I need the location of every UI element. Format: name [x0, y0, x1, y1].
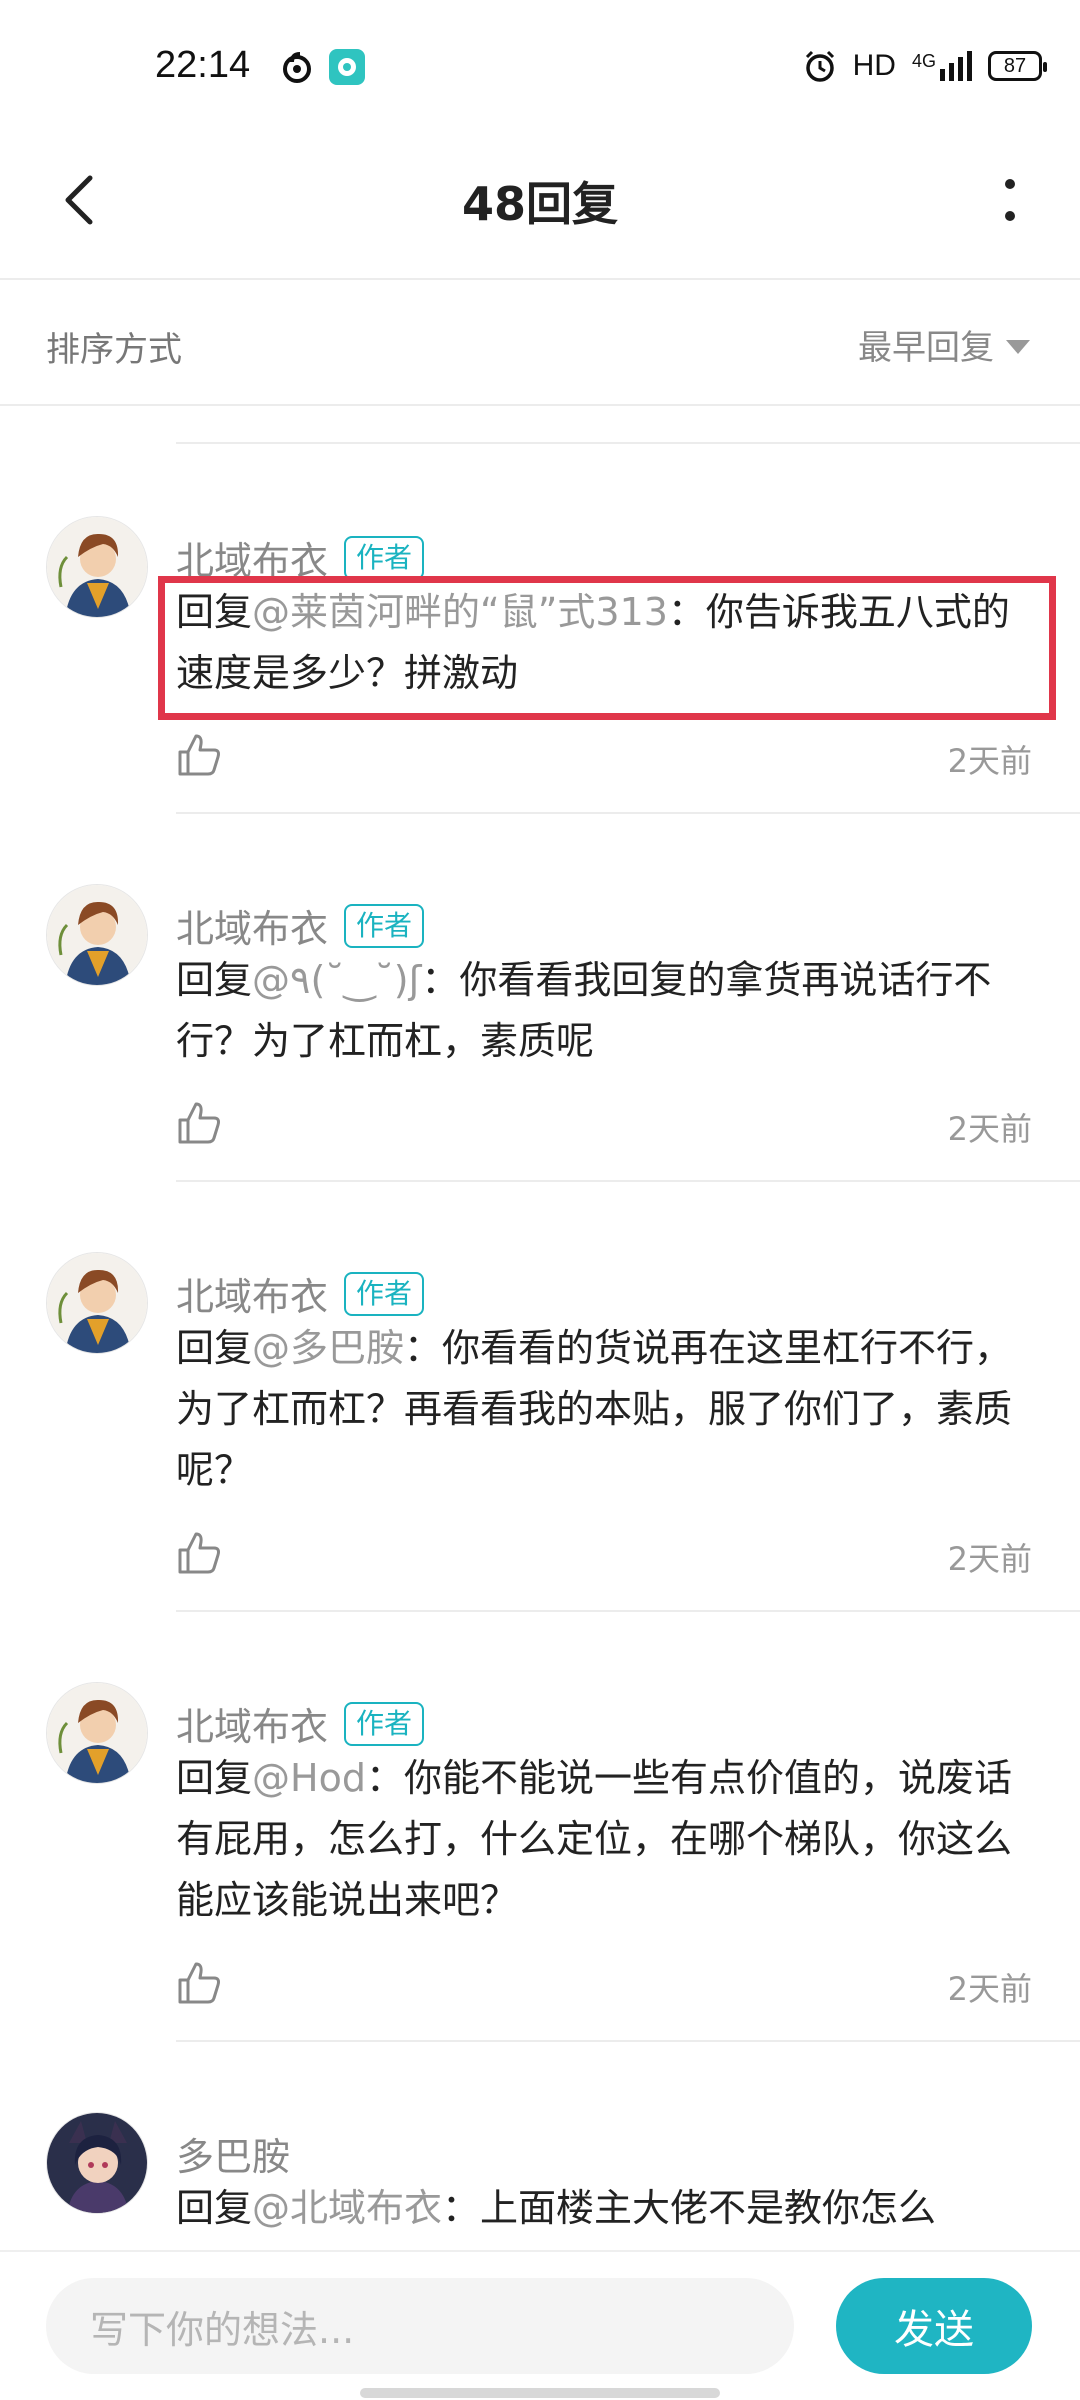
- home-indicator[interactable]: [360, 2388, 720, 2398]
- comment-divider: [176, 812, 1080, 814]
- avatar-image: [47, 2113, 147, 2213]
- avatar[interactable]: [46, 2112, 148, 2214]
- comment-content: ：上面楼主大佬不是教你怎么: [442, 2186, 937, 2230]
- comment-text: 回复@北域布衣：上面楼主大佬不是教你怎么: [176, 2178, 1036, 2239]
- author-badge: 作者: [344, 535, 425, 580]
- alarm-icon: [805, 50, 834, 82]
- sort-label: 排序方式: [46, 330, 182, 370]
- status-right-group: HD 4G 87: [803, 44, 1047, 88]
- avatar-image: [47, 1683, 147, 1783]
- avatar[interactable]: [46, 1252, 148, 1354]
- sort-selected-value: 最早回复: [858, 328, 994, 368]
- author-badge: 作者: [344, 903, 425, 948]
- network-type: 4G: [911, 51, 936, 71]
- avatar[interactable]: [46, 884, 148, 986]
- mention-link[interactable]: @北域布衣: [252, 2186, 442, 2230]
- reply-input[interactable]: 写下你的想法...: [46, 2278, 794, 2374]
- thumbs-up-icon[interactable]: [176, 1960, 222, 2006]
- status-time: 22:14: [155, 44, 251, 86]
- status-bar: 22:14 HD 4G 87: [0, 0, 1080, 130]
- thumbs-up-icon[interactable]: [176, 1530, 222, 1576]
- comment-time: 2天前: [947, 1110, 1032, 1148]
- comment-username[interactable]: 北域布衣: [176, 1266, 328, 1321]
- avatar[interactable]: [46, 1682, 148, 1784]
- comment-username[interactable]: 多巴胺: [176, 2126, 290, 2181]
- avatar[interactable]: [46, 516, 148, 618]
- mention-link[interactable]: @Hod: [252, 1756, 366, 1800]
- more-vertical-icon: [1005, 179, 1015, 221]
- comment-time: 2天前: [947, 742, 1032, 780]
- netease-music-icon: [283, 52, 311, 83]
- list-divider: [176, 442, 1080, 444]
- comment-header: 多巴胺: [176, 2126, 290, 2181]
- sort-bar: 排序方式 最早回复: [0, 280, 1080, 404]
- comment-header: 北域布衣 作者: [176, 1266, 425, 1321]
- reply-prefix: 回复: [176, 1326, 253, 1370]
- comment-time: 2天前: [947, 1970, 1032, 2008]
- reply-prefix: 回复: [176, 2186, 253, 2230]
- author-badge: 作者: [344, 1701, 425, 1746]
- mention-link[interactable]: @多巴胺: [252, 1326, 404, 1370]
- reply-prefix: 回复: [176, 1756, 253, 1800]
- author-badge: 作者: [344, 1271, 425, 1316]
- highlight-annotation: [158, 576, 1056, 720]
- comment-text: 回复@Hod：你能不能说一些有点价值的，说废话有屁用，怎么打，什么定位，在哪个梯…: [176, 1748, 1036, 1931]
- sort-divider: [0, 404, 1080, 406]
- comment-header: 北域布衣 作者: [176, 898, 425, 953]
- caret-down-icon: [1006, 339, 1030, 354]
- app-notification-icon: [329, 49, 365, 85]
- comment-username[interactable]: 北域布衣: [176, 1696, 328, 1751]
- send-button[interactable]: 发送: [836, 2278, 1032, 2374]
- comment-text: 回复@٩(˘‿˘)ʃ：你看看我回复的拿货再说话行不行？为了杠而杠，素质呢: [176, 950, 1036, 1072]
- comment-divider: [176, 2040, 1080, 2042]
- hd-indicator: HD: [852, 49, 896, 82]
- more-options-button[interactable]: [970, 160, 1050, 240]
- comment-header: 北域布衣 作者: [176, 1696, 425, 1751]
- app-header: 48回复: [0, 130, 1080, 278]
- comment-divider: [176, 1610, 1080, 1612]
- battery-icon: 87: [988, 51, 1047, 81]
- page-title: 48回复: [461, 177, 618, 231]
- thumbs-up-icon[interactable]: [176, 1100, 222, 1146]
- reply-input-placeholder: 写下你的想法...: [90, 2307, 355, 2352]
- avatar-image: [47, 517, 147, 617]
- sort-dropdown[interactable]: 最早回复: [858, 320, 1030, 369]
- avatar-image: [47, 885, 147, 985]
- comment-username[interactable]: 北域布衣: [176, 898, 328, 953]
- comment-divider: [176, 1180, 1080, 1182]
- thumbs-up-icon[interactable]: [176, 732, 222, 778]
- battery-level: 87: [1003, 54, 1027, 77]
- reply-prefix: 回复: [176, 958, 253, 1002]
- comment-time: 2天前: [947, 1540, 1032, 1578]
- avatar-image: [47, 1253, 147, 1353]
- comment-text: 回复@多巴胺：你看看的货说再在这里杠行不行，为了杠而杠？再看看我的本贴，服了你们…: [176, 1318, 1036, 1501]
- reply-input-bar: 写下你的想法... 发送: [0, 2250, 1080, 2400]
- signal-icon: 4G: [912, 51, 972, 81]
- mention-link[interactable]: @٩(˘‿˘)ʃ: [252, 958, 421, 1002]
